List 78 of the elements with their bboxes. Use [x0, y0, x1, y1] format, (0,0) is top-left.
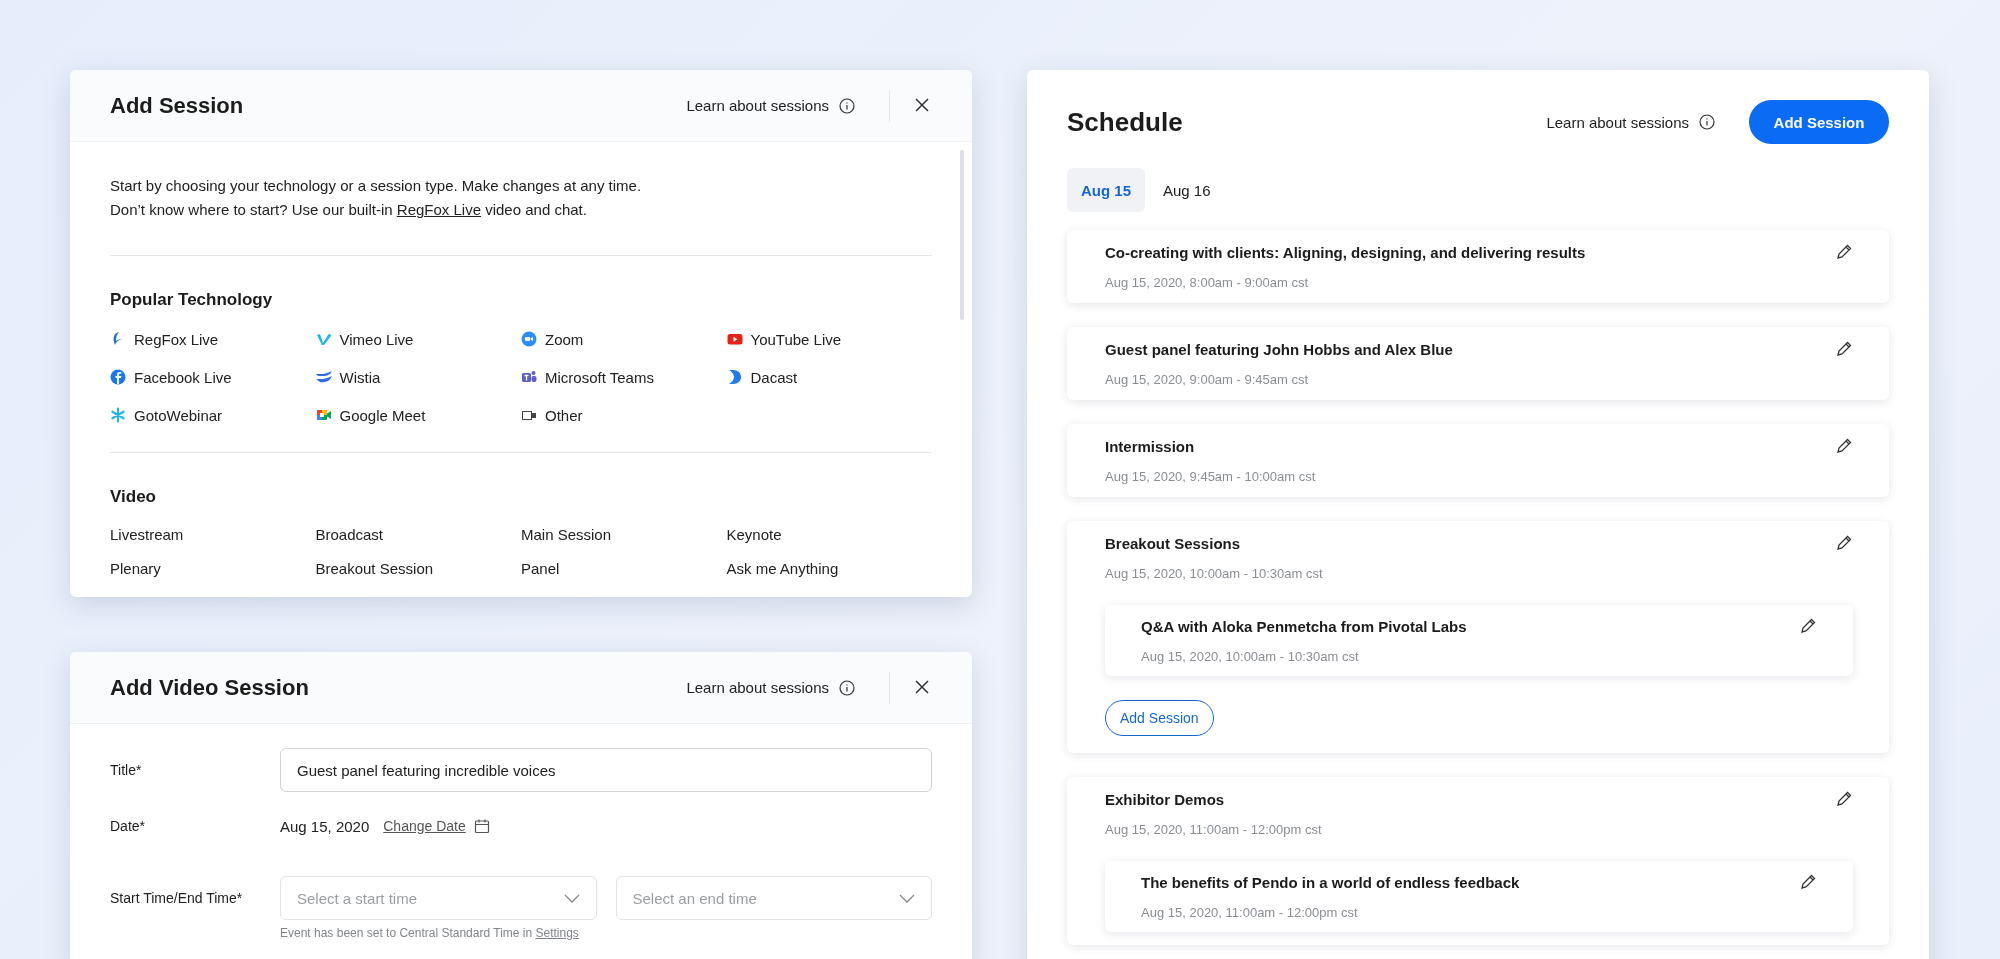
pencil-icon	[1799, 873, 1817, 891]
session-time: Aug 15, 2020, 10:00am - 10:30am cst	[1141, 649, 1360, 664]
field-label: Start Time/End Time*	[110, 890, 244, 906]
add-session-button[interactable]: Add Session	[1749, 100, 1889, 144]
section-heading: Video	[110, 487, 157, 507]
edit-button[interactable]	[1835, 534, 1853, 552]
technology-option[interactable]: Wistia	[315, 366, 521, 388]
session-title: Intermission	[1105, 437, 1195, 455]
technology-option[interactable]: YouTube Live	[726, 328, 932, 350]
technology-option[interactable]: Vimeo Live	[315, 328, 521, 350]
session-time: Aug 15, 2020, 8:00am - 9:00am cst	[1105, 275, 1310, 290]
session-type-option[interactable]: Keynote	[726, 525, 932, 545]
technology-option[interactable]: GotoWebinar	[110, 404, 316, 426]
change-date-link[interactable]: Change Date	[383, 818, 490, 834]
technology-option[interactable]: Other	[521, 404, 727, 426]
session-time: Aug 15, 2020, 9:00am - 9:45am cst	[1105, 372, 1310, 387]
session-type-option[interactable]: Broadcast	[315, 525, 521, 545]
session-type-option[interactable]: Livestream	[110, 525, 316, 545]
technology-option[interactable]: Dacast	[726, 366, 932, 388]
edit-button[interactable]	[1799, 873, 1817, 891]
info-icon	[839, 97, 855, 114]
session-time: Aug 15, 2020, 11:00am - 12:00pm cst	[1105, 822, 1323, 837]
session-title: The benefits of Pendo in a world of endless feedback	[1141, 873, 1520, 891]
edit-button[interactable]	[1799, 617, 1817, 635]
close-icon	[914, 678, 930, 695]
technology-option[interactable]: Microsoft Teams	[521, 366, 727, 388]
session-time: Aug 15, 2020, 9:45am - 10:00am cst	[1105, 469, 1317, 484]
chevron-down-icon	[563, 893, 580, 903]
session-type-option[interactable]: Breakout Session	[315, 559, 521, 579]
session-title: Exhibitor Demos	[1105, 790, 1225, 808]
pencil-icon	[1835, 243, 1853, 261]
pencil-icon	[1835, 534, 1853, 552]
learn-about-sessions-link[interactable]: Learn about sessions	[686, 97, 855, 114]
settings-link[interactable]: Settings	[535, 926, 579, 940]
intro-text: Start by choosing your technology or a session type. Make changes at any time. Don’t know where to start? Use our built-in RegFox Live video and chat.	[110, 176, 643, 220]
field-label: Date*	[110, 818, 147, 834]
session-title: Q&A with Aloka Penmetcha from Pivotal Labs	[1141, 617, 1467, 635]
session-type-option[interactable]: Main Session	[521, 525, 727, 545]
add-session-button[interactable]: Add Session	[1105, 700, 1214, 736]
session-title: Breakout Sessions	[1105, 534, 1241, 552]
date-value: Aug 15, 2020	[280, 817, 370, 835]
section-heading: Popular Technology	[110, 290, 274, 310]
date-tab[interactable]: Aug 16	[1149, 168, 1225, 212]
session-time: Aug 15, 2020, 11:00am - 12:00pm cst	[1141, 905, 1359, 920]
close-icon	[914, 96, 930, 113]
field-label: Title*	[110, 762, 143, 778]
edit-button[interactable]	[1835, 790, 1853, 808]
learn-about-sessions-link[interactable]: Learn about sessions	[1546, 113, 1715, 131]
session-type-option[interactable]: Panel	[521, 559, 727, 579]
session-title: Guest panel featuring John Hobbs and Alex Blue	[1105, 340, 1453, 358]
pencil-icon	[1835, 790, 1853, 808]
edit-button[interactable]	[1835, 437, 1853, 455]
technology-option[interactable]: RegFox Live	[110, 328, 316, 350]
regfox-live-link[interactable]: RegFox Live	[396, 201, 481, 218]
scrollbar-thumb[interactable]	[960, 150, 964, 320]
info-icon	[1699, 114, 1715, 130]
calendar-icon	[473, 818, 490, 834]
timezone-hint: Event has been set to Central Standard Time in Settings	[280, 926, 580, 940]
title-input[interactable]: Guest panel featuring incredible voices	[280, 748, 932, 792]
edit-button[interactable]	[1835, 340, 1853, 358]
date-tab[interactable]: Aug 15	[1067, 168, 1145, 212]
technology-option[interactable]: Facebook Live	[110, 366, 316, 388]
dialog-title: Add Session	[110, 92, 245, 119]
pencil-icon	[1835, 437, 1853, 455]
chevron-down-icon	[899, 893, 915, 903]
session-type-option[interactable]: Ask me Anything	[726, 559, 932, 579]
learn-about-sessions-link[interactable]: Learn about sessions	[686, 679, 855, 696]
session-title: Co-creating with clients: Aligning, designing, and delivering results	[1105, 243, 1586, 261]
session-type-option[interactable]: Plenary	[110, 559, 316, 579]
technology-option[interactable]: Google Meet	[315, 404, 521, 426]
technology-option[interactable]: Zoom	[521, 328, 727, 350]
info-icon	[839, 679, 855, 696]
dialog-title: Add Video Session	[110, 674, 310, 701]
pencil-icon	[1835, 340, 1853, 358]
schedule-title: Schedule	[1067, 106, 1184, 138]
pencil-icon	[1799, 617, 1817, 635]
session-time: Aug 15, 2020, 10:00am - 10:30am cst	[1105, 566, 1324, 581]
edit-button[interactable]	[1835, 243, 1853, 261]
